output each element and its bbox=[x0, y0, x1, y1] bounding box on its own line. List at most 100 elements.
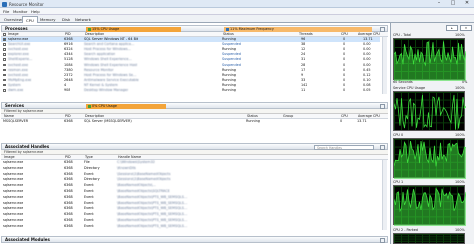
handle-type: Event bbox=[84, 223, 94, 228]
processes-scrollbar[interactable] bbox=[382, 37, 387, 94]
process-image: svchost.exe bbox=[8, 62, 29, 67]
handle-type: Event bbox=[84, 183, 94, 188]
modules-header[interactable]: Associated Modules bbox=[1, 236, 388, 243]
close-button[interactable]: ✕ bbox=[460, 0, 474, 7]
handle-row[interactable]: sqlservr.exe 6368 Event \Sessions\1\BaseNam… bbox=[1, 172, 380, 177]
tab-network[interactable]: Network bbox=[72, 16, 94, 23]
process-row[interactable]: MsMpEng.exe 2648 Antimalware Service Execu… bbox=[1, 78, 380, 83]
process-checkbox[interactable] bbox=[3, 43, 6, 46]
handle-pid: 6368 bbox=[64, 160, 73, 164]
handle-type: Directory bbox=[84, 165, 100, 170]
processes-header[interactable]: Processes 15% CPU Usage 11% Maximum Freq… bbox=[1, 25, 388, 32]
process-pid: 4344 bbox=[64, 52, 73, 57]
select-all-checkbox[interactable] bbox=[3, 33, 6, 36]
handle-pid: 6368 bbox=[64, 218, 73, 222]
menu-monitor[interactable]: Monitor bbox=[13, 9, 27, 14]
process-status: Running bbox=[222, 77, 236, 82]
handle-pid: 6368 bbox=[64, 183, 73, 188]
handle-type: Event bbox=[84, 194, 94, 199]
process-average-cpu: 0.12 bbox=[363, 72, 371, 77]
handle-name: \KnownDlls bbox=[117, 165, 136, 170]
process-description: SQL Server Windows NT - 64 Bit bbox=[84, 37, 139, 41]
process-row[interactable]: sqlservr.exe 6368 SQL Server Windows NT - … bbox=[1, 37, 380, 42]
handle-row[interactable]: sqlservr.exe 6368 Event \BaseNamedObjects\P… bbox=[1, 206, 380, 211]
process-description: Windows Shell Experience... bbox=[84, 57, 132, 62]
process-checkbox[interactable] bbox=[3, 73, 6, 77]
cpu-activity-line bbox=[394, 94, 466, 130]
process-row[interactable]: ShellExperie... 5128 Windows Shell Experie… bbox=[1, 57, 380, 62]
process-status: Running bbox=[222, 72, 236, 77]
process-status: Suspended bbox=[222, 57, 241, 62]
handle-name: \Sessions\1\BaseNamedObjects bbox=[117, 171, 171, 176]
handle-row[interactable]: sqlservr.exe 6368 Directory \KnownDlls bbox=[1, 166, 380, 171]
process-image: svchost.exe bbox=[8, 72, 29, 77]
process-average-cpu: 13.71 bbox=[363, 37, 373, 41]
handle-pid: 6368 bbox=[64, 194, 73, 199]
process-checkbox[interactable] bbox=[3, 38, 6, 41]
process-row[interactable]: dwm.exe 908 Desktop Window Manager Running 1… bbox=[1, 88, 380, 93]
process-threads: 96 bbox=[301, 37, 306, 41]
process-pid: 6324 bbox=[64, 47, 73, 52]
handle-row[interactable]: sqlservr.exe 6368 Event \BaseNamedObjects\P… bbox=[1, 195, 380, 200]
process-row[interactable]: svchost.exe 2372 Host Process for Windows … bbox=[1, 73, 380, 78]
handle-name: \BaseNamedObjects\PTS_WB_SEMSQLS... bbox=[117, 206, 188, 211]
process-checkbox[interactable] bbox=[3, 63, 6, 67]
process-row[interactable]: svchost.exe 1084 Windows Shell Experience … bbox=[1, 63, 380, 68]
process-cpu: 0 bbox=[343, 72, 346, 77]
process-checkbox[interactable] bbox=[3, 53, 6, 56]
process-row[interactable]: svchost.exe 6324 Host Process for Windows.… bbox=[1, 47, 380, 52]
handle-row[interactable]: sqlservr.exe 6368 Event \BaseNamedObjects\P… bbox=[1, 212, 380, 217]
process-pid: 7380 bbox=[64, 67, 73, 72]
handle-pid: 6368 bbox=[64, 171, 73, 176]
service-row[interactable]: MSSQLSERVER 6368 SQL Server (MSSQLSERVER… bbox=[1, 119, 380, 124]
process-status: Running bbox=[222, 37, 236, 41]
tab-memory[interactable]: Memory bbox=[37, 16, 58, 23]
process-checkbox[interactable] bbox=[3, 58, 6, 61]
process-row[interactable]: System 4 NT Kernel & System Running 142 0 0.08 bbox=[1, 83, 380, 88]
process-status: Suspended bbox=[222, 52, 241, 57]
handle-row[interactable]: sqlservr.exe 6368 Event \BaseNamedObjects\P… bbox=[1, 201, 380, 206]
graph-options-button[interactable]: ▾ bbox=[460, 25, 472, 31]
process-threads: 11 bbox=[301, 88, 306, 92]
process-description: Search application bbox=[84, 52, 116, 57]
process-checkbox[interactable] bbox=[3, 78, 6, 82]
services-cpu-usage-label: 0% CPU Usage bbox=[92, 104, 117, 108]
menu-file[interactable]: File bbox=[3, 9, 9, 14]
handle-row[interactable]: sqlservr.exe 6368 Event \BaseNamedObjects\P… bbox=[1, 224, 380, 229]
process-checkbox[interactable] bbox=[3, 83, 6, 87]
menu-help[interactable]: Help bbox=[31, 9, 40, 14]
cpu1-graph bbox=[393, 185, 466, 226]
maximize-button[interactable]: □ bbox=[446, 0, 460, 7]
handle-row[interactable]: sqlservr.exe 6368 Event \BaseNamedObjects\S… bbox=[1, 189, 380, 194]
process-pid: 2648 bbox=[64, 77, 73, 82]
processes-cpu-usage-label: 15% CPU Usage bbox=[92, 27, 120, 31]
process-row[interactable]: SearchUI.exe 6916 Search and Cortana appli… bbox=[1, 42, 380, 47]
process-cpu: 0 bbox=[343, 47, 346, 52]
services-header[interactable]: Services 0% CPU Usage bbox=[1, 102, 388, 109]
tab-cpu[interactable]: CPU bbox=[22, 16, 38, 23]
process-description: Host Process for Windows... bbox=[84, 47, 131, 52]
expand-modules-icon[interactable] bbox=[380, 238, 385, 243]
process-image: MsMpEng.exe bbox=[8, 77, 32, 82]
process-checkbox[interactable] bbox=[3, 48, 6, 51]
process-row[interactable]: resmon.exe 7380 Resource Monitor Running 17 0… bbox=[1, 68, 380, 73]
services-cpu-usage: 0% CPU Usage bbox=[86, 104, 166, 109]
views-button[interactable]: ▸ bbox=[446, 25, 458, 31]
handle-row[interactable]: sqlservr.exe 6368 File C:\Windows\System32 bbox=[1, 160, 380, 165]
handle-image: sqlservr.exe bbox=[3, 165, 24, 170]
process-cpu: 0 bbox=[343, 67, 346, 72]
handles-scrollbar[interactable] bbox=[382, 160, 387, 230]
handle-row[interactable]: sqlservr.exe 6368 Directory \Sessions\1\Bas… bbox=[1, 177, 380, 182]
handle-row[interactable]: sqlservr.exe 6368 Event \BaseNamedObjects\.… bbox=[1, 183, 380, 188]
process-status: Running bbox=[222, 82, 236, 87]
process-checkbox[interactable] bbox=[3, 89, 6, 92]
cpu2-graph bbox=[393, 233, 465, 244]
process-average-cpu: 0.10 bbox=[363, 77, 371, 82]
handle-name: \BaseNamedObjects\... bbox=[117, 183, 156, 188]
window-title: Resource Monitor bbox=[9, 1, 44, 7]
minimize-button[interactable]: – bbox=[432, 0, 446, 7]
handles-header[interactable]: Associated Handles Search Handles bbox=[1, 143, 388, 150]
process-checkbox[interactable] bbox=[3, 68, 6, 72]
process-row[interactable]: explorer.exe 4344 Search application Suspen… bbox=[1, 52, 380, 57]
handle-row[interactable]: sqlservr.exe 6368 Event \BaseNamedObjects\P… bbox=[1, 218, 380, 223]
